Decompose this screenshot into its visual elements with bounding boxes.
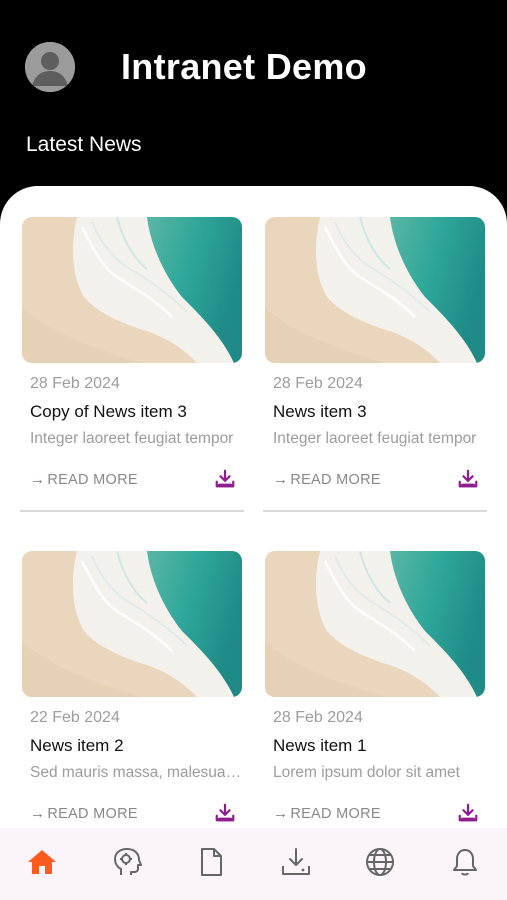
- news-title[interactable]: Copy of News item 3: [30, 402, 187, 422]
- head-icon: [113, 848, 142, 875]
- globe-icon: [366, 848, 395, 876]
- news-excerpt: Sed mauris massa, malesuada: [30, 764, 242, 781]
- news-thumbnail[interactable]: [22, 217, 242, 363]
- arrow-right-icon: →: [273, 471, 289, 488]
- avatar[interactable]: [25, 42, 75, 92]
- news-image: [22, 551, 242, 697]
- news-date: 28 Feb 2024: [273, 375, 363, 392]
- section-title: Latest News: [26, 133, 142, 156]
- news-image: [265, 217, 485, 363]
- read-more-link[interactable]: → READ MORE: [30, 471, 138, 488]
- download-icon: [457, 802, 479, 824]
- download-icon: [281, 848, 310, 875]
- nav-head[interactable]: [109, 845, 145, 879]
- news-title[interactable]: News item 2: [30, 736, 124, 756]
- news-excerpt: Integer laoreet feugiat tempor: [30, 430, 234, 447]
- nav-notifications[interactable]: [447, 845, 483, 879]
- app-title: Intranet Demo: [121, 46, 367, 87]
- nav-downloads[interactable]: [278, 845, 314, 879]
- download-button[interactable]: [457, 802, 479, 824]
- news-image: [22, 217, 242, 363]
- download-button[interactable]: [214, 468, 236, 490]
- news-excerpt: Lorem ipsum dolor sit amet: [273, 764, 460, 781]
- news-title[interactable]: News item 1: [273, 736, 367, 756]
- read-more-label: READ MORE: [47, 805, 138, 822]
- news-card[interactable]: 28 Feb 2024 Copy of News item 3 Integer …: [20, 217, 246, 547]
- news-date: 22 Feb 2024: [30, 709, 120, 726]
- news-date: 28 Feb 2024: [273, 709, 363, 726]
- read-more-link[interactable]: → READ MORE: [30, 805, 138, 822]
- app-header: Intranet Demo Latest News: [0, 0, 507, 200]
- card-divider: [20, 510, 244, 512]
- read-more-label: READ MORE: [290, 471, 381, 488]
- bottom-navigation: [0, 828, 507, 900]
- download-icon: [214, 468, 236, 490]
- bell-icon: [452, 849, 477, 876]
- news-card[interactable]: 28 Feb 2024 News item 3 Integer laoreet …: [263, 217, 489, 547]
- download-icon: [457, 468, 479, 490]
- news-image: [265, 551, 485, 697]
- document-icon: [201, 848, 223, 876]
- news-sheet: 28 Feb 2024 Copy of News item 3 Integer …: [0, 186, 507, 900]
- news-excerpt: Integer laoreet feugiat tempor: [273, 430, 477, 447]
- news-date: 28 Feb 2024: [30, 375, 120, 392]
- card-divider: [263, 510, 487, 512]
- read-more-link[interactable]: → READ MORE: [273, 805, 381, 822]
- nav-home[interactable]: [24, 845, 60, 879]
- arrow-right-icon: →: [273, 805, 289, 822]
- nav-web[interactable]: [362, 845, 398, 879]
- download-button[interactable]: [214, 802, 236, 824]
- user-icon: [25, 42, 75, 92]
- nav-documents[interactable]: [193, 845, 229, 879]
- news-thumbnail[interactable]: [265, 551, 485, 697]
- news-thumbnail[interactable]: [22, 551, 242, 697]
- home-icon: [28, 850, 57, 874]
- news-thumbnail[interactable]: [265, 217, 485, 363]
- arrow-right-icon: →: [30, 471, 46, 488]
- read-more-label: READ MORE: [47, 471, 138, 488]
- download-icon: [214, 802, 236, 824]
- download-button[interactable]: [457, 468, 479, 490]
- read-more-label: READ MORE: [290, 805, 381, 822]
- read-more-link[interactable]: → READ MORE: [273, 471, 381, 488]
- arrow-right-icon: →: [30, 805, 46, 822]
- news-title[interactable]: News item 3: [273, 402, 367, 422]
